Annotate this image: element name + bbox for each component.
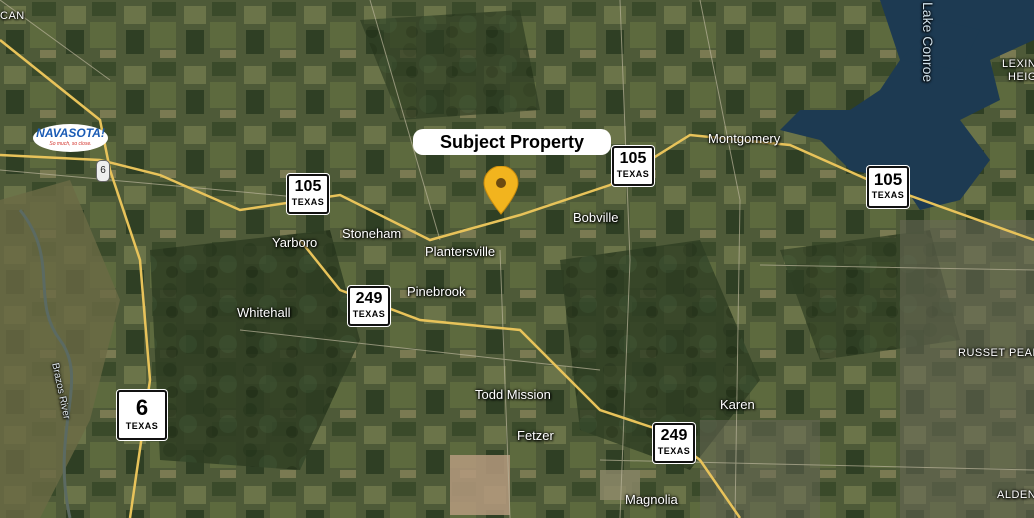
highway-249-state: TEXAS — [657, 446, 691, 456]
highway-105-shield: 105 TEXAS — [867, 166, 909, 208]
place-karen: Karen — [720, 397, 755, 412]
place-stoneham: Stoneham — [342, 226, 402, 241]
navasota-logo-tagline: So much, so close. — [49, 141, 92, 147]
highway-105-number: 105 — [294, 178, 322, 195]
highway-105-state: TEXAS — [291, 197, 325, 207]
highway-105-shield: 105 TEXAS — [287, 174, 329, 214]
location-pin-icon[interactable] — [482, 166, 520, 216]
place-todd-mission: Todd Mission — [475, 387, 551, 402]
place-plantersville: Plantersville — [425, 244, 496, 259]
place-fetzer: Fetzer — [517, 428, 554, 443]
highway-105-state: TEXAS — [616, 169, 650, 179]
highway-249-number: 249 — [660, 427, 688, 444]
suburb-area — [900, 220, 1034, 518]
highway-249-number: 249 — [355, 290, 383, 307]
place-alden: ALDEN — [997, 489, 1034, 501]
suburb-area — [700, 420, 820, 518]
place-lexington-heights: HEIG — [1008, 71, 1034, 83]
highway-105-number: 105 — [619, 150, 647, 167]
place-lexington: LEXING — [1002, 58, 1034, 70]
highway-249-shield: 249 TEXAS — [653, 423, 695, 463]
place-yarboro: Yarboro — [272, 235, 318, 250]
place-pinebrook: Pinebrook — [407, 284, 466, 299]
highway-6-shield: 6 TEXAS — [117, 390, 167, 440]
subject-property-label[interactable]: Subject Property — [413, 129, 611, 155]
us-highway-6-shield: 6 — [96, 160, 110, 182]
place-magnolia: Magnolia — [625, 492, 678, 507]
place-montgomery: Montgomery — [708, 131, 781, 146]
satellite-map[interactable]: Montgomery Bobville Stoneham Plantersvil… — [0, 0, 1034, 518]
place-whitehall: Whitehall — [237, 305, 291, 320]
navasota-logo-brand: NAVASOTA! — [36, 126, 105, 140]
highway-6-number: 6 — [135, 395, 149, 420]
highway-249-state: TEXAS — [352, 309, 386, 319]
highway-249-shield: 249 TEXAS — [348, 286, 390, 326]
clearing — [450, 455, 510, 515]
highway-105-shield: 105 TEXAS — [612, 146, 654, 186]
highway-105-number: 105 — [873, 170, 903, 189]
label-lake-conroe: Lake Conroe — [920, 2, 936, 83]
highway-6-state: TEXAS — [125, 421, 159, 431]
navasota-logo: NAVASOTA! So much, so close. — [33, 124, 108, 152]
place-can: CAN — [0, 10, 25, 22]
place-russet-peak: RUSSET PEAK — [958, 347, 1034, 359]
place-bobville: Bobville — [573, 210, 619, 225]
highway-105-state: TEXAS — [871, 190, 905, 200]
